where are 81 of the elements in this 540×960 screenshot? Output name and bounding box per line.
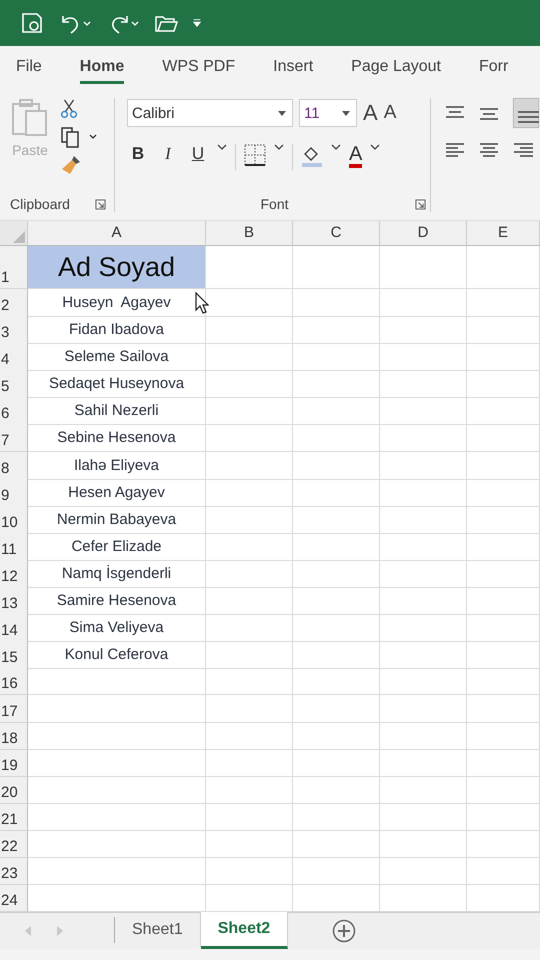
italic-button[interactable]: I (157, 144, 179, 164)
row-header[interactable]: 3 (0, 316, 28, 344)
row-header[interactable]: 13 (0, 587, 28, 616)
row-header[interactable]: 20 (0, 776, 28, 804)
ribbon-tab[interactable]: Page Layout (351, 52, 441, 84)
row-header[interactable]: 1 (0, 246, 28, 289)
row-header[interactable]: 4 (0, 343, 28, 372)
row-header[interactable]: 8 (0, 452, 28, 480)
launcher-icon[interactable] (415, 198, 426, 210)
table-cell: Konul Ceferova (28, 641, 206, 670)
table-cell: Seleme Sailova (28, 343, 206, 372)
mouse-pointer-icon (195, 292, 209, 314)
clipboard-icon[interactable] (10, 98, 50, 138)
caret-icon[interactable] (370, 144, 380, 150)
underline-button[interactable]: U (187, 144, 209, 164)
bold-button[interactable]: B (127, 144, 149, 164)
scissors-icon[interactable] (60, 98, 78, 120)
row-header[interactable]: 17 (0, 695, 28, 722)
align-bottom-icon[interactable] (513, 98, 539, 128)
table-cell: Namq İsgenderli (28, 560, 206, 588)
font-name-field[interactable]: Calibri (127, 99, 293, 127)
row-header[interactable]: 12 (0, 560, 28, 588)
row-header[interactable]: 9 (0, 478, 28, 507)
align-right-icon[interactable] (513, 142, 533, 158)
table-cell: Ad Soyad (28, 246, 206, 289)
row-header[interactable]: 14 (0, 614, 28, 642)
row-header[interactable]: 10 (0, 506, 28, 534)
sheet-tab[interactable]: Sheet2 (200, 912, 288, 950)
caret-icon[interactable] (331, 144, 341, 150)
table-cell: Cefer Elizade (28, 532, 206, 561)
table-cell: Ilahə Eliyeva (28, 452, 206, 480)
column-header[interactable]: A (28, 221, 206, 246)
row-header[interactable]: 24 (0, 885, 28, 912)
column-header[interactable]: E (467, 221, 540, 246)
row-header[interactable]: 21 (0, 804, 28, 831)
table-cell: Nermin Babayeva (28, 506, 206, 534)
column-header[interactable]: C (293, 221, 380, 246)
row-header[interactable]: 6 (0, 397, 28, 426)
dropdown-arrow-icon[interactable] (342, 110, 350, 116)
table-cell: Sahil Nezerli (28, 397, 206, 426)
group-label: Clipboard (10, 196, 70, 212)
row-header[interactable]: 11 (0, 532, 28, 561)
row-header[interactable]: 22 (0, 830, 28, 858)
ribbon-tab[interactable]: Insert (273, 52, 314, 84)
grow-font-button[interactable]: A (363, 100, 378, 126)
align-left-icon[interactable] (445, 142, 465, 158)
row-header[interactable]: 18 (0, 722, 28, 750)
table-cell: Sedaqet Huseynova (28, 370, 206, 398)
align-center-icon[interactable] (479, 142, 499, 158)
ribbon-tab[interactable]: Home (80, 52, 124, 84)
row-header[interactable]: 15 (0, 641, 28, 670)
table-cell: Hesen Agayev (28, 478, 206, 507)
row-header[interactable]: 7 (0, 424, 28, 452)
save-icon[interactable] (20, 11, 44, 35)
row-header[interactable]: 23 (0, 858, 28, 886)
table-cell: Sima Veliyeva (28, 614, 206, 642)
shrink-font-button[interactable]: A (384, 102, 396, 124)
dropdown-arrow-icon[interactable] (278, 110, 286, 116)
row-header[interactable]: 5 (0, 370, 28, 398)
customize-icon[interactable] (192, 17, 202, 29)
column-header[interactable]: D (380, 221, 467, 246)
row-header[interactable]: 2 (0, 289, 28, 317)
table-cell: Sebine Hesenova (28, 424, 206, 452)
table-cell: Fidan Ibadova (28, 316, 206, 344)
caret-icon[interactable] (274, 144, 284, 150)
border-icon[interactable] (244, 144, 266, 166)
group-label: Font (260, 196, 288, 212)
ribbon-tab[interactable]: Forr (479, 52, 508, 84)
launcher-icon[interactable] (95, 198, 106, 210)
add-sheet-icon[interactable] (332, 919, 356, 944)
caret-icon[interactable] (217, 144, 227, 150)
row-header[interactable]: 16 (0, 668, 28, 696)
ribbon-tab[interactable]: File (16, 52, 42, 84)
ribbon-tab[interactable]: WPS PDF (162, 52, 236, 84)
table-cell: Samire Hesenova (28, 587, 206, 616)
row-header[interactable]: 19 (0, 750, 28, 777)
font-color-button[interactable]: A (349, 144, 362, 168)
column-header[interactable]: B (206, 221, 293, 246)
font-size-field[interactable]: 11 (299, 99, 357, 127)
align-top-icon[interactable] (445, 105, 465, 121)
paintbrush-icon[interactable] (60, 154, 82, 176)
